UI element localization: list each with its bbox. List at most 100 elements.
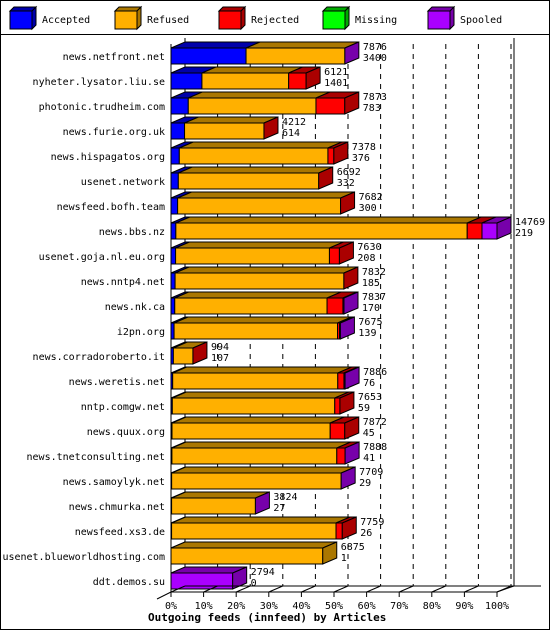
accepted-value-label: 45 xyxy=(363,428,375,439)
bar-top-refused xyxy=(173,316,352,324)
bar-row-usenet-goja-nl-eu-org: usenet.goja.nl.eu.org 7630208 xyxy=(39,241,382,265)
bar-segment-accepted xyxy=(170,197,179,215)
total-value-label: 7837 xyxy=(362,292,386,303)
category-label: nntp.comgw.net xyxy=(81,402,165,413)
total-value-label: 7653 xyxy=(358,392,382,403)
bar-segment-refused xyxy=(177,197,342,215)
accepted-value-label: 208 xyxy=(357,253,375,264)
legend-swatch xyxy=(218,10,242,30)
bar-top-refused xyxy=(201,66,303,74)
legend-swatch-side xyxy=(344,5,350,31)
bar-row-news-hispagatos-org: news.hispagatos.org 7378376 xyxy=(51,141,376,165)
legend-label: Accepted xyxy=(42,15,90,26)
bar-segment-refused xyxy=(171,522,337,540)
bar-top-refused xyxy=(171,516,351,524)
total-value-label: 14769 xyxy=(515,217,545,228)
bar-segment-refused xyxy=(177,172,320,190)
total-value-label: 7682 xyxy=(359,192,383,203)
bar-top-refused xyxy=(174,291,342,299)
bar-top-refused xyxy=(172,391,349,399)
total-value-label: 7759 xyxy=(360,517,384,528)
x-tick-depth xyxy=(399,585,414,593)
accepted-value-label: 3400 xyxy=(363,53,387,64)
bar-segment-refused xyxy=(175,247,330,265)
legend-label: Refused xyxy=(147,15,189,26)
total-value-label: 7886 xyxy=(363,367,387,378)
bar-segment-refused xyxy=(172,347,194,365)
category-label: news.weretis.net xyxy=(69,377,165,388)
x-tick-label: 90% xyxy=(455,601,473,612)
category-label: news.furie.org.uk xyxy=(63,127,165,138)
total-value-label: 7709 xyxy=(359,467,383,478)
category-label: newsfeed.bofh.team xyxy=(57,202,165,213)
bar-row-usenet-network: usenet.network 6692332 xyxy=(81,166,361,190)
x-tick-depth xyxy=(366,585,381,593)
category-label: usenet.blueworldhosting.com xyxy=(2,552,165,563)
legend-label: Missing xyxy=(355,15,397,26)
bar-row-news-netfront-net: news.netfront.net 78763400 xyxy=(63,41,387,65)
category-label: news.nk.ca xyxy=(105,302,165,313)
bar-segment-rejected xyxy=(336,447,346,465)
x-tick-label: 100% xyxy=(485,601,509,612)
bar-segment-rejected xyxy=(334,397,341,415)
x-tick-depth xyxy=(464,585,479,593)
chart-svg: Accepted Refused Rejected Missing Spooled ne… xyxy=(2,5,545,624)
legend: Accepted Refused Rejected Missing Spooled xyxy=(8,5,502,31)
accepted-value-label: 783 xyxy=(363,103,381,114)
bar-segment-accepted xyxy=(170,272,176,290)
bar-top-refused xyxy=(171,466,356,474)
accepted-value-label: 139 xyxy=(358,328,376,339)
bar-segment-refused xyxy=(187,97,317,115)
accepted-value-label: 26 xyxy=(360,528,372,539)
bar-row-usenet-blueworldhosting-com: usenet.blueworldhosting.com 68751 xyxy=(2,541,365,565)
bar-row-i2pn-org: i2pn.org 7675139 xyxy=(117,316,383,340)
bar-segment-refused xyxy=(171,497,256,515)
bar-segment-refused xyxy=(171,447,338,465)
bar-row-news-chmurka-net: news.chmurka.net 382427 xyxy=(69,491,298,515)
bar-segment-rejected xyxy=(466,222,483,240)
total-value-label: 7675 xyxy=(358,317,382,328)
bar-top-refused xyxy=(172,366,352,374)
x-tick-label: 80% xyxy=(423,601,441,612)
legend-label: Rejected xyxy=(251,15,299,26)
category-label: news.quux.org xyxy=(87,427,165,438)
bar-segment-refused xyxy=(172,372,339,390)
category-label: newsfeed.xs3.de xyxy=(75,527,165,538)
bar-segment-refused xyxy=(174,272,345,290)
bar-segment-refused xyxy=(170,547,324,565)
bar-segment-rejected xyxy=(326,297,344,315)
accepted-value-label: 0 xyxy=(251,578,257,589)
legend-swatch-side xyxy=(240,5,246,31)
bar-segment-rejected xyxy=(329,422,346,440)
bar-row-news-furie-org-uk: news.furie.org.uk 4212614 xyxy=(63,116,306,140)
total-value-label: 7876 xyxy=(363,42,387,53)
legend-swatch-side xyxy=(449,5,455,31)
category-label: news.chmurka.net xyxy=(69,502,165,513)
bar-segment-rejected xyxy=(327,147,335,165)
bar-segment-accepted xyxy=(170,122,186,140)
bar-top-refused xyxy=(171,416,345,424)
accepted-value-label: 29 xyxy=(359,478,371,489)
bar-top-refused xyxy=(175,241,344,249)
accepted-value-label: 27 xyxy=(273,503,285,514)
bar-row-newsfeed-xs3-de: newsfeed.xs3.de 775926 xyxy=(75,516,384,540)
total-value-label: 3824 xyxy=(273,492,297,503)
category-label: nyheter.lysator.liu.se xyxy=(33,77,165,88)
legend-swatch xyxy=(114,10,138,30)
bar-segment-accepted xyxy=(170,47,247,65)
bar-segment-accepted xyxy=(170,297,176,315)
bar-top-refused xyxy=(171,441,351,449)
category-label: photonic.trudheim.com xyxy=(39,102,165,113)
legend-item-rejected: Rejected xyxy=(217,5,299,31)
total-value-label: 7888 xyxy=(363,442,387,453)
bar-segment-refused xyxy=(175,222,468,240)
x-axis-corner xyxy=(156,591,172,600)
bar-top-refused xyxy=(170,541,337,549)
category-label: usenet.network xyxy=(81,177,165,188)
legend-swatch-side xyxy=(136,5,142,31)
bar-segment-accepted xyxy=(170,247,177,265)
bar-row-newsfeed-bofh-team: newsfeed.bofh.team 7682300 xyxy=(57,191,383,215)
accepted-value-label: 76 xyxy=(363,378,375,389)
accepted-value-label: 376 xyxy=(352,153,370,164)
bar-row-photonic-trudheim-com: photonic.trudheim.com 7873783 xyxy=(39,91,387,115)
